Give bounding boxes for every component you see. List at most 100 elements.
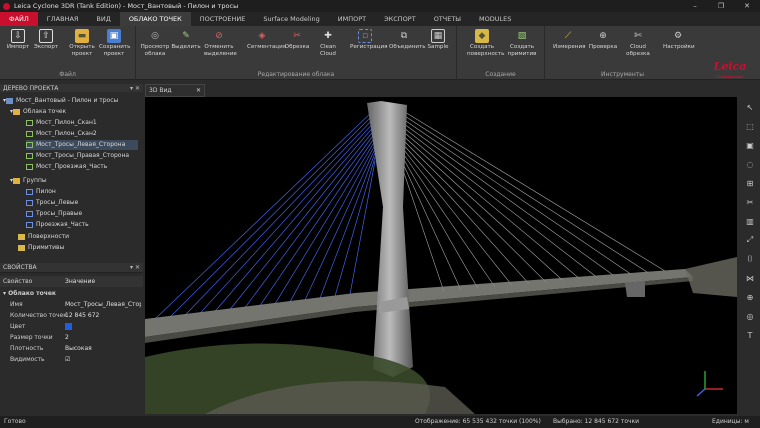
tree-folder-groups[interactable]: ▾ Группы: [10, 176, 47, 186]
clip-button[interactable]: ✂ Обрезка: [282, 29, 312, 51]
color-swatch[interactable]: [65, 323, 72, 330]
mirror-icon[interactable]: ⋈: [744, 272, 756, 284]
pointer-icon[interactable]: ↖: [744, 101, 756, 113]
tree-item-group[interactable]: Пилон: [26, 187, 56, 197]
cable-left: [274, 140, 376, 304]
target-icon[interactable]: ◎: [744, 310, 756, 322]
primitive-icon: [18, 245, 25, 251]
prop-row-density[interactable]: Плотность Высокая: [0, 343, 143, 354]
tree-root[interactable]: ▾ Мост_Вантовый - Пилон и тросы: [3, 96, 118, 106]
tab-3d-view[interactable]: 3D Вид ✕: [145, 84, 205, 97]
tree-item-cloud-selected[interactable]: Мост_Тросы_Левая_Сторона: [26, 140, 138, 150]
tab-point-cloud[interactable]: ОБЛАКО ТОЧЕК: [119, 12, 191, 26]
segmentation-button[interactable]: ◈ Сегментация: [247, 29, 286, 51]
3d-viewport[interactable]: [145, 97, 737, 414]
tab-reports[interactable]: ОТЧЕТЫ: [425, 12, 470, 26]
settings-button[interactable]: ⚙ Настройки: [663, 29, 695, 51]
cable-right: [399, 116, 632, 275]
clean-cloud-button[interactable]: ✚ Clean Cloud: [313, 29, 343, 58]
properties-section[interactable]: ▾ Облако точек: [0, 288, 143, 299]
tree-item-cloud[interactable]: Мост_Пилон_Скан2: [26, 129, 97, 139]
tree-item-cloud[interactable]: Мост_Проезжая_Часть: [26, 162, 107, 172]
select-green-icon[interactable]: ▣: [744, 139, 756, 151]
app-logo-icon: [3, 2, 10, 10]
text-icon[interactable]: T: [744, 329, 756, 341]
tree-item-group[interactable]: Проезжая_Часть: [26, 220, 89, 230]
tree-item-primitives[interactable]: Примитивы: [18, 243, 64, 253]
expand-icon[interactable]: ⤢: [744, 234, 756, 246]
close-button[interactable]: ✕: [734, 0, 760, 12]
tab-home[interactable]: ГЛАВНАЯ: [38, 12, 88, 26]
status-display-count: Отображение: 65 535 432 точки (100%): [415, 418, 541, 425]
tree-item-surfaces[interactable]: Поверхности: [18, 232, 69, 242]
lasso-icon[interactable]: ◌: [744, 158, 756, 170]
bracket-icon[interactable]: ⌷: [744, 253, 756, 265]
tree-folder-clouds[interactable]: ▾ Облака точек: [10, 107, 66, 117]
merge-button[interactable]: ⧉ Объединить: [389, 29, 426, 51]
deselect-button[interactable]: ⊘ Отменить выделение: [204, 29, 237, 58]
select-plus-icon[interactable]: ⊞: [744, 177, 756, 189]
tree-item-group[interactable]: Тросы_Правые: [26, 209, 82, 219]
tab-export[interactable]: ЭКСПОРТ: [375, 12, 425, 26]
tab-surface-modeling[interactable]: Surface Modeling: [254, 12, 328, 26]
box-icon[interactable]: ▥: [744, 215, 756, 227]
save-project-button[interactable]: ▣ Сохранить проект: [99, 29, 130, 58]
add-point-icon[interactable]: ⊕: [744, 291, 756, 303]
cable-left: [349, 160, 376, 295]
tab-view[interactable]: ВИД: [87, 12, 119, 26]
cable-right: [399, 124, 598, 278]
point-cloud-render: [145, 101, 737, 414]
clean-cloud-icon: ✚: [324, 31, 332, 41]
measure-button[interactable]: ⟋ Измерения: [553, 29, 585, 51]
open-project-button[interactable]: ▬ Открыть проект: [67, 29, 97, 58]
group-icon: [26, 211, 33, 217]
cable-left: [229, 128, 376, 310]
ribbon: ⇩ Импорт ⇧ Экспорт ▬ Открыть проект ▣ Сохран…: [0, 26, 760, 80]
cable-right: [399, 120, 615, 277]
ribbon-group-tools: ⟋ Измерения ⊕ Проверка ✄ Cloud обрезка ⚙ Нас…: [545, 26, 700, 80]
registration-button[interactable]: ▫ Регистрация: [350, 29, 388, 51]
inspection-button[interactable]: ⊕ Проверка: [588, 29, 618, 51]
panel-controls-icon[interactable]: ▾ ✕: [130, 263, 140, 273]
prop-row-count[interactable]: Количество точек 12 845 672: [0, 310, 143, 321]
properties-header: СВОЙСТВА ▾ ✕: [0, 263, 143, 273]
create-primitive-button[interactable]: ▧ Создать примитив: [507, 29, 537, 58]
project-icon: [6, 98, 14, 104]
tab-modules[interactable]: MODULES: [470, 12, 520, 26]
select-cloud-icon[interactable]: ⬚: [744, 120, 756, 132]
prop-row-name[interactable]: ИмяМост_Тросы_Левая_Сторона: [0, 299, 143, 310]
import-button[interactable]: ⇩ Импорт: [3, 29, 33, 51]
view-cloud-button[interactable]: ◎ Просмотр облака: [140, 29, 170, 58]
cables-left: [154, 108, 376, 320]
status-bar: Готово Отображение: 65 535 432 точки (10…: [0, 416, 760, 428]
cable-right: [399, 108, 666, 272]
import-icon: ⇩: [11, 29, 25, 43]
maximize-button[interactable]: ❐: [708, 0, 734, 12]
point-cloud-icon: [26, 164, 33, 170]
tree-item-group[interactable]: Тросы_Левые: [26, 198, 78, 208]
prop-row-point-size[interactable]: Размер точки 2: [0, 332, 143, 343]
group-icon: [26, 222, 33, 228]
tab-import[interactable]: ИМПОРТ: [329, 12, 375, 26]
properties-panel: Свойство Значение ▾ Облако точек Имя Мост_…: [0, 273, 143, 413]
tree-item-cloud[interactable]: Мост_Пилон_Скан1: [26, 118, 97, 128]
prop-row-visibility[interactable]: Видимость ☑: [0, 354, 143, 365]
cut-icon[interactable]: ✂: [744, 196, 756, 208]
title-bar: Leica Cyclone 3DR (Tank Edition) - Мост_…: [0, 0, 760, 12]
export-button[interactable]: ⇧ Экспорт: [31, 29, 61, 51]
sample-button[interactable]: ▦ Sample: [423, 29, 453, 51]
close-tab-icon[interactable]: ✕: [196, 85, 201, 96]
tab-construction[interactable]: ПОСТРОЕНИЕ: [191, 12, 255, 26]
clip-icon: ✂: [293, 31, 301, 41]
cloud-clip-button[interactable]: ✄ Cloud обрезка: [623, 29, 653, 58]
create-surface-button[interactable]: ◆ Создать поверхность: [467, 29, 504, 58]
window-title: Leica Cyclone 3DR (Tank Edition) - Мост_…: [14, 2, 239, 10]
tab-file[interactable]: ФАЙЛ: [0, 12, 38, 26]
status-units: Единицы: м: [712, 418, 749, 425]
minimize-button[interactable]: –: [682, 0, 708, 12]
tree-item-cloud[interactable]: Мост_Тросы_Правая_Сторона: [26, 151, 129, 161]
select-button[interactable]: ✎ Выделить: [171, 29, 201, 51]
cable-left: [184, 116, 376, 316]
prop-row-color[interactable]: Цвет: [0, 321, 143, 332]
visibility-checkbox[interactable]: ☑: [65, 354, 141, 365]
